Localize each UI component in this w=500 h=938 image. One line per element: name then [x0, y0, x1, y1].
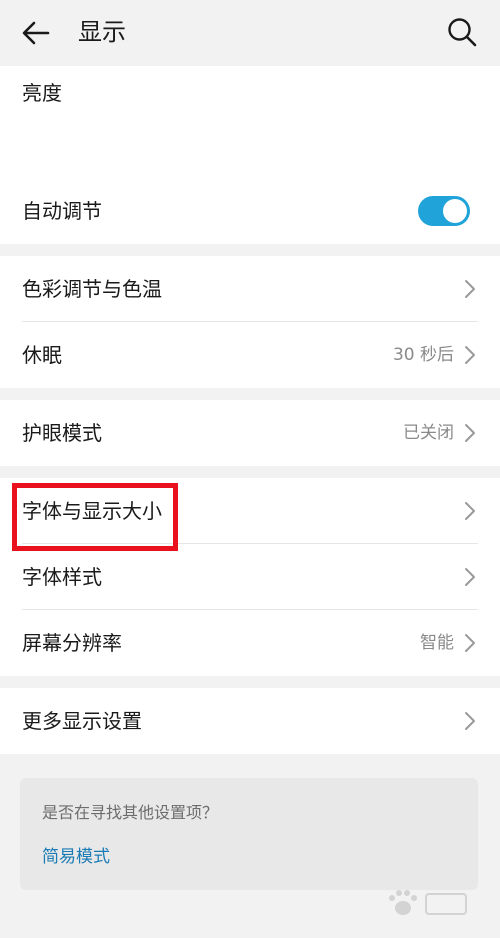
chevron-right-icon	[465, 502, 475, 520]
auto-adjust-label: 自动调节	[22, 199, 102, 223]
chevron-right-icon	[465, 568, 475, 586]
search-icon[interactable]	[446, 16, 478, 48]
suggestion-question: 是否在寻找其他设置项？	[42, 803, 219, 822]
row-label: 更多显示设置	[22, 709, 142, 733]
chevron-right-icon	[465, 424, 475, 442]
chevron-right-icon	[465, 634, 475, 652]
row-value: 智能	[420, 633, 454, 653]
simple-mode-link[interactable]: 简易模式	[42, 844, 110, 870]
auto-adjust-row[interactable]: 自动调节	[0, 178, 500, 244]
row-eye-comfort[interactable]: 护眼模式 已关闭	[0, 400, 500, 466]
page-title: 显示	[78, 18, 126, 46]
auto-adjust-toggle[interactable]	[418, 196, 470, 226]
brightness-label: 亮度	[22, 81, 62, 105]
row-value: 30 秒后	[392, 345, 454, 365]
toggle-knob	[443, 199, 467, 223]
chevron-right-icon	[465, 712, 475, 730]
chevron-right-icon	[465, 346, 475, 364]
row-font-style[interactable]: 字体样式	[0, 544, 500, 610]
row-label: 色彩调节与色温	[22, 277, 162, 301]
suggestion-card: 是否在寻找其他设置项？ 简易模式	[20, 778, 478, 890]
row-sleep[interactable]: 休眠 30 秒后	[0, 322, 500, 388]
app-header: 显示	[0, 0, 500, 66]
back-arrow-icon[interactable]	[20, 17, 52, 49]
chevron-right-icon	[465, 280, 475, 298]
row-label: 字体样式	[22, 565, 102, 589]
row-value: 已关闭	[403, 423, 454, 443]
annotation-highlight-box	[12, 483, 178, 551]
row-label: 休眠	[22, 343, 62, 367]
row-label: 护眼模式	[22, 421, 102, 445]
row-more-display-settings[interactable]: 更多显示设置	[0, 688, 500, 754]
row-screen-resolution[interactable]: 屏幕分辨率 智能	[0, 610, 500, 676]
row-label: 屏幕分辨率	[22, 631, 122, 655]
row-color-temperature[interactable]: 色彩调节与色温	[0, 256, 500, 322]
watermark-logo	[389, 890, 467, 915]
